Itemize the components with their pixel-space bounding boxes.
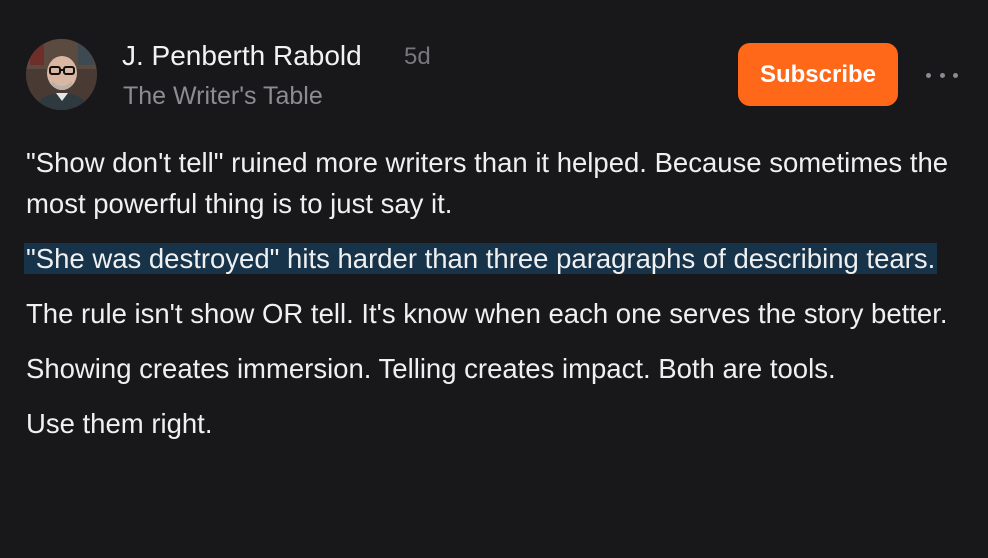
post-paragraph: The rule isn't show OR tell. It's know w… — [26, 293, 976, 334]
author-avatar[interactable] — [26, 39, 97, 110]
avatar-photo — [26, 39, 97, 110]
paragraph-text: "Show don't tell" ruined more writers th… — [26, 147, 949, 219]
dot — [953, 72, 958, 78]
paragraph-text: Use them right. — [26, 408, 213, 439]
paragraph-text: Showing creates immersion. Telling creat… — [26, 353, 836, 384]
post-paragraph: Showing creates immersion. Telling creat… — [26, 348, 976, 389]
more-options-icon[interactable] — [926, 66, 958, 84]
highlighted-text[interactable]: "She was destroyed" hits harder than thr… — [24, 243, 938, 274]
post-paragraph: Use them right. — [26, 403, 976, 444]
post-paragraph-highlighted: "She was destroyed" hits harder than thr… — [24, 238, 976, 279]
post-body: "Show don't tell" ruined more writers th… — [24, 142, 976, 458]
publication-name[interactable]: The Writer's Table — [123, 80, 323, 112]
paragraph-text: The rule isn't show OR tell. It's know w… — [26, 298, 948, 329]
post-header: J. Penberth Rabold 5d The Writer's Table… — [0, 0, 988, 130]
dot — [939, 72, 945, 78]
subscribe-button[interactable]: Subscribe — [738, 43, 898, 106]
post-age: 5d — [404, 43, 431, 70]
author-name[interactable]: J. Penberth Rabold — [122, 38, 362, 74]
dot — [926, 72, 931, 78]
post-paragraph: "Show don't tell" ruined more writers th… — [26, 142, 976, 224]
